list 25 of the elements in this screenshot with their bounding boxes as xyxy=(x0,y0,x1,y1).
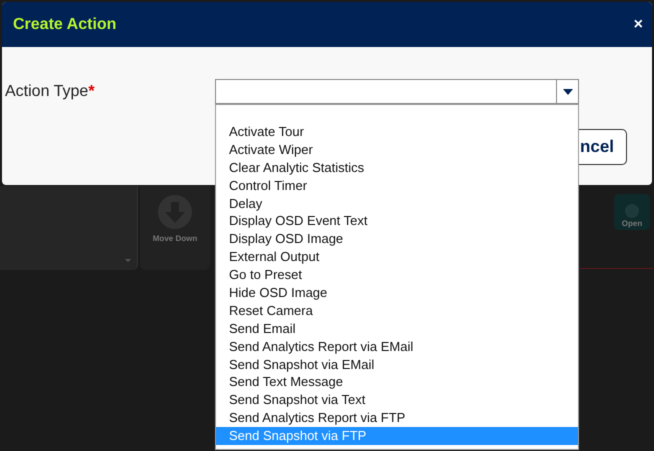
dropdown-option[interactable]: Send Analytics Report via FTP xyxy=(216,409,578,428)
close-button[interactable]: × xyxy=(634,16,643,34)
dropdown-option[interactable]: Clear Analytic Statistics xyxy=(216,158,578,177)
dropdown-option[interactable]: Control Timer xyxy=(216,176,578,195)
dialog-title: Create Action xyxy=(13,16,116,34)
cancel-button[interactable]: ncel xyxy=(579,129,627,165)
dropdown-option[interactable]: Delay xyxy=(216,194,578,212)
dropdown-option[interactable]: Send Analytics Report via EMail xyxy=(216,338,578,356)
dropdown-option[interactable]: Display OSD Image xyxy=(216,230,578,248)
move-down-button[interactable]: Move Down xyxy=(140,186,210,270)
dropdown-option[interactable]: External Output xyxy=(216,248,578,266)
caret-icon xyxy=(562,88,572,94)
dropdown-option[interactable]: Send Text Message xyxy=(216,373,578,392)
dropdown-option[interactable]: Send Snapshot via EMail xyxy=(216,356,578,374)
dropdown-option[interactable]: Send Email xyxy=(216,320,578,338)
dropdown-option[interactable]: Send Snapshot via Text xyxy=(216,391,578,410)
dropdown-option[interactable]: Go to Preset xyxy=(216,266,578,284)
dropdown-option[interactable]: Display OSD Event Text xyxy=(216,212,578,230)
dropdown-option[interactable]: Reset Camera xyxy=(216,302,578,320)
dropdown-option[interactable]: Hide OSD Image xyxy=(216,284,578,302)
dropdown-option[interactable]: Activate Wiper xyxy=(216,140,578,159)
dropdown-option[interactable]: Activate Tour xyxy=(216,123,578,141)
field-label: Action Type* xyxy=(5,82,96,100)
action-type-select[interactable] xyxy=(215,79,579,104)
caret-icon xyxy=(125,259,131,262)
